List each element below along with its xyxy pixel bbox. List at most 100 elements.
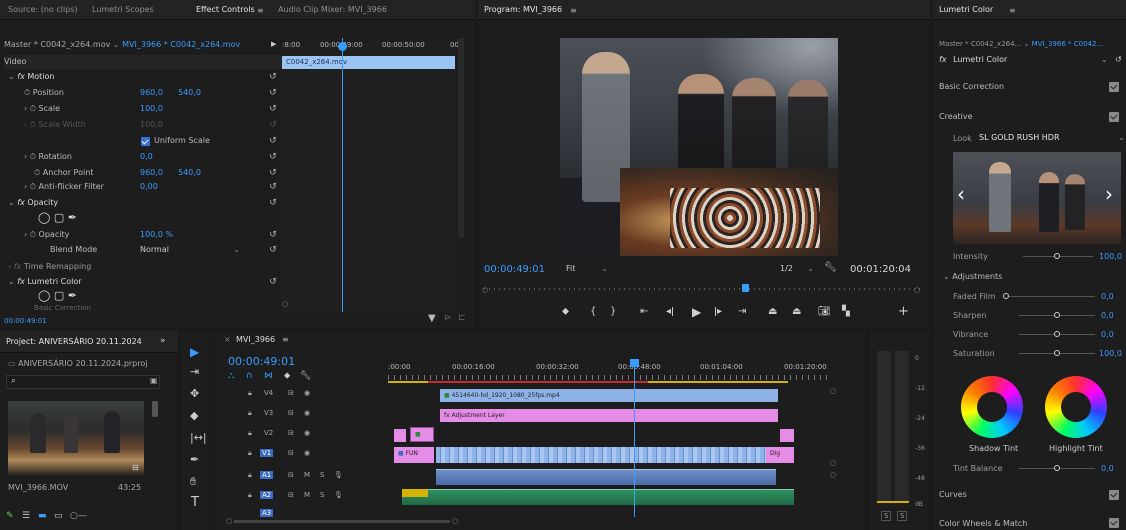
chevron-right-icon[interactable]: › xyxy=(1105,182,1113,206)
track-a2[interactable]: 🔒︎ A2 ⊟ M S 🎙︎ xyxy=(248,491,378,506)
reset-icon[interactable]: ↺ xyxy=(268,104,278,114)
reset-icon[interactable]: ↺ xyxy=(1115,55,1122,64)
scrollbar[interactable] xyxy=(458,38,464,238)
chevron-down-icon[interactable]: ⌄ xyxy=(943,272,952,281)
lock-icon[interactable]: 🔒︎ xyxy=(248,449,252,458)
project-clip-thumb[interactable]: ⊟ xyxy=(8,401,144,475)
stopwatch-icon[interactable]: ⏱ xyxy=(24,88,33,97)
eye-icon[interactable]: ◉ xyxy=(304,409,310,417)
go-to-out-icon[interactable]: ⇥ xyxy=(738,306,746,317)
selection-tool-icon[interactable]: ▶ xyxy=(190,345,199,359)
microphone-icon[interactable]: 🎙︎ xyxy=(334,491,343,499)
track-v1[interactable]: 🔒︎ V1 ⊟ ◉ xyxy=(248,449,378,464)
mini-clip[interactable]: C0042_x264.mov xyxy=(282,56,455,69)
scrub-playhead[interactable] xyxy=(742,284,749,292)
curves-header[interactable]: Curves xyxy=(939,490,967,499)
microphone-icon[interactable]: 🎙︎ xyxy=(334,471,343,479)
reset-icon[interactable]: ↺ xyxy=(268,198,278,208)
timeline-ruler[interactable]: :00:00 00:00:16:00 00:00:32:00 00:00:48:… xyxy=(388,361,828,383)
lumetri-seq-label[interactable]: MVI_3966 * C0042... xyxy=(1032,40,1104,48)
timeline-tab[interactable]: MVI_3966 xyxy=(236,335,275,344)
shadow-tint-wheel[interactable] xyxy=(961,376,1023,438)
program-timecode[interactable]: 00:00:49:01 xyxy=(484,264,545,275)
reset-icon[interactable]: ↺ xyxy=(268,245,278,255)
export-icon[interactable]: ⊳ xyxy=(444,313,452,323)
lumetri-title[interactable]: Lumetri Color xyxy=(939,0,993,20)
chevron-down-icon[interactable]: ⌄ xyxy=(1118,133,1125,142)
intensity-knob[interactable] xyxy=(1054,253,1060,259)
chevron-down-icon[interactable]: ⌄ xyxy=(8,277,17,286)
snap-icon[interactable]: ∩ xyxy=(246,371,253,381)
play-icon[interactable]: ▶ xyxy=(692,305,701,319)
chevron-down-icon[interactable]: ⌄ xyxy=(1101,55,1108,64)
track-scroll[interactable]: ○ ○ ○ xyxy=(830,387,840,517)
anchor-x[interactable]: 960,0 xyxy=(140,166,163,180)
tab-effect-controls[interactable]: Effect Controls xyxy=(196,0,255,20)
hand-tool-icon[interactable]: ✋︎ xyxy=(190,475,196,489)
scroll-circle-icon[interactable]: ○ xyxy=(226,517,232,525)
tab-menu-icon[interactable]: ≡ xyxy=(257,6,264,15)
sync-lock-icon[interactable]: ⊟ xyxy=(288,471,294,479)
extract-icon[interactable]: ⏏ xyxy=(792,306,801,317)
sync-lock-icon[interactable]: ⊟ xyxy=(288,409,294,417)
lock-icon[interactable]: 🔒︎ xyxy=(248,491,252,500)
filter-icon[interactable]: ▼ xyxy=(428,313,436,324)
basic-correction-header[interactable]: Basic Correction xyxy=(939,82,1004,91)
timeline-hscroll[interactable]: ○ ○ xyxy=(226,517,830,527)
faded-film-knob[interactable] xyxy=(1003,293,1009,299)
chevron-down-icon[interactable]: ⌄ xyxy=(8,72,17,81)
zoom-slider-icon[interactable]: ○— xyxy=(70,511,87,521)
clip-v3[interactable]: fx Adjustment Layer xyxy=(440,409,778,422)
chevron-down-icon[interactable]: ⌄ xyxy=(233,243,240,257)
faded-film-slider[interactable] xyxy=(1005,296,1095,297)
lumetri-clip-selector[interactable]: Master * C0042_x264... ⌄ MVI_3966 * C004… xyxy=(939,40,1103,48)
scroll-circle-icon[interactable]: ○ xyxy=(452,517,458,525)
tab-audio-clip-mixer[interactable]: Audio Clip Mixer: MVI_3966 xyxy=(278,0,387,20)
position-x[interactable]: 960,0 xyxy=(140,86,163,100)
reset-icon[interactable]: ↺ xyxy=(268,277,278,287)
type-tool-icon[interactable]: T xyxy=(191,495,199,510)
ellipse-mask-icon[interactable]: ◯ xyxy=(38,289,50,302)
playhead-head[interactable] xyxy=(338,42,347,51)
camera-icon[interactable]: 📷︎ xyxy=(818,306,831,317)
meter-solo-left[interactable]: S xyxy=(881,511,892,521)
stopwatch-icon[interactable]: ⏱ xyxy=(30,230,39,239)
track-a1[interactable]: 🔒︎ A1 ⊟ M S 🎙︎ xyxy=(248,471,378,486)
program-video-frame[interactable] xyxy=(560,38,838,256)
clip-v1b[interactable]: Dig xyxy=(766,447,794,463)
pen-mask-icon[interactable]: ✒ xyxy=(68,211,77,224)
curves-checkbox[interactable] xyxy=(1109,490,1119,500)
scroll-circle-icon[interactable]: ○ xyxy=(914,286,920,294)
mark-in-icon[interactable]: { xyxy=(590,306,596,317)
reset-icon[interactable]: ↺ xyxy=(268,168,278,178)
sharpen-value[interactable]: 0,0 xyxy=(1101,311,1114,320)
slip-tool-icon[interactable]: |↔| xyxy=(190,431,207,444)
uniform-scale-checkbox[interactable] xyxy=(141,137,150,146)
reset-icon[interactable]: ↺ xyxy=(268,88,278,98)
go-to-in-icon[interactable]: ⇤ xyxy=(640,306,648,317)
fx-motion[interactable]: ⌄ fx Motion xyxy=(8,70,54,84)
playhead[interactable] xyxy=(342,38,343,312)
clips-area[interactable]: ■ 4514640-hd_1920_1080_25fps.mp4 fx Adju… xyxy=(388,359,828,517)
anchor-y[interactable]: 540,0 xyxy=(178,166,201,180)
wrench-icon[interactable]: 🔧︎ xyxy=(300,371,311,381)
pen-mask-icon[interactable]: ✒ xyxy=(68,289,77,302)
timeline-playhead-head[interactable] xyxy=(630,359,639,367)
chevron-down-icon[interactable]: ⌄ xyxy=(8,198,17,207)
clip-selector[interactable]: Master * C0042_x264.mov ⌄ MVI_3966 * C00… xyxy=(4,40,240,52)
nest-icon[interactable]: ⛬ xyxy=(228,371,234,381)
sync-lock-icon[interactable]: ⊟ xyxy=(288,449,294,457)
scroll-circle-icon[interactable]: ○ xyxy=(830,459,836,467)
lock-icon[interactable]: 🔒︎ xyxy=(248,409,252,418)
basic-correction-checkbox[interactable] xyxy=(1109,82,1119,92)
track-select-icon[interactable]: ⇥ xyxy=(190,365,199,378)
step-back-icon[interactable]: ◂ǀ xyxy=(666,306,674,317)
adjustments-header[interactable]: ⌄ Adjustments xyxy=(943,272,1002,281)
comparison-view-icon[interactable]: ▚ xyxy=(842,306,850,317)
rectangle-mask-icon[interactable]: ▢ xyxy=(54,289,64,302)
mute-button[interactable]: M xyxy=(304,471,310,479)
track-v3[interactable]: 🔒︎ V3 ⊟ ◉ xyxy=(248,409,378,424)
sequence-clip-label[interactable]: MVI_3966 * C0042_x264.mov xyxy=(122,40,240,49)
solo-button[interactable]: S xyxy=(320,491,324,499)
stopwatch-icon[interactable]: ⏱ xyxy=(34,168,43,177)
